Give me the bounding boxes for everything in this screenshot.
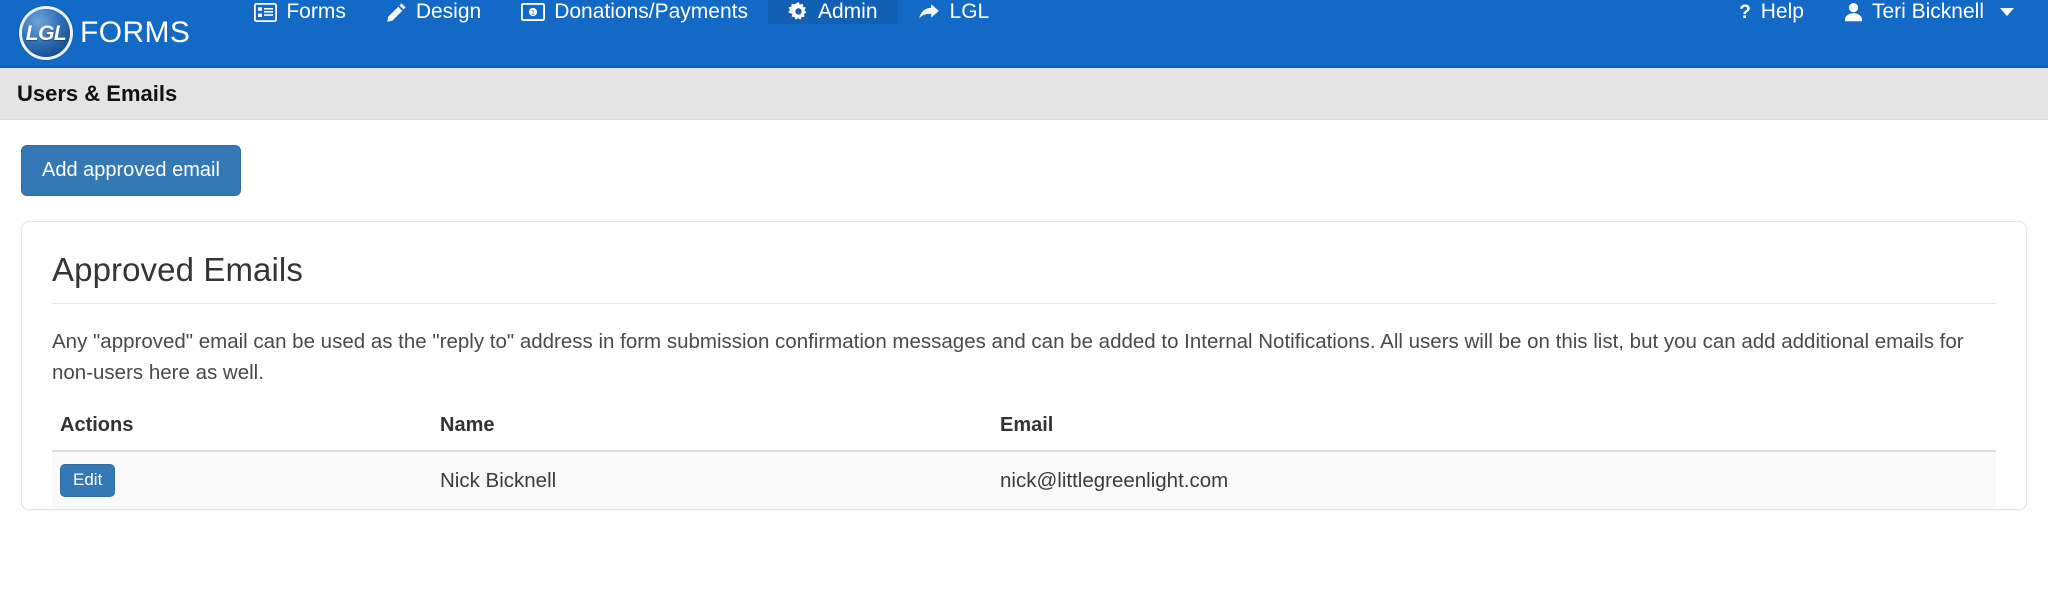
lgl-circle-logo-icon: LGL — [22, 9, 70, 57]
nav-item-user-menu[interactable]: Teri Bicknell — [1824, 0, 2034, 66]
cell-actions: Edit — [52, 451, 432, 510]
column-header-email: Email — [992, 414, 1996, 453]
secondary-nav: ? Help Teri Bicknell — [1718, 0, 2048, 66]
nav-link-admin[interactable]: Admin — [767, 0, 898, 24]
nav-item-admin[interactable]: Admin — [767, 0, 898, 66]
nav-label-help: Help — [1760, 0, 1804, 23]
approved-emails-card: Approved Emails Any "approved" email can… — [21, 221, 2027, 511]
card-description: Any "approved" email can be used as the … — [52, 330, 1964, 385]
top-navbar: LGL FORMS Forms Design 1 Donations/Payme… — [0, 0, 2048, 68]
page-title: Users & Emails — [17, 80, 178, 106]
column-header-name: Name — [432, 414, 992, 453]
brand-logo-link[interactable]: LGL FORMS — [0, 0, 208, 66]
nav-label-donations-payments: Donations/Payments — [554, 0, 748, 23]
main-content: Add approved email Approved Emails Any "… — [0, 120, 2048, 511]
table-row: Edit Nick Bicknell nick@littlegreenlight… — [52, 451, 1996, 510]
share-arrow-icon — [918, 3, 941, 22]
money-bill-icon: 1 — [521, 3, 546, 21]
nav-label-design: Design — [415, 0, 482, 23]
nav-item-lgl[interactable]: LGL — [898, 0, 1010, 66]
nav-item-help[interactable]: ? Help — [1718, 0, 1824, 66]
edit-button[interactable]: Edit — [60, 464, 116, 498]
cell-email: nick@littlegreenlight.com — [992, 451, 1996, 510]
pencil-icon — [386, 2, 407, 23]
svg-text:?: ? — [1739, 2, 1751, 22]
nav-label-lgl: LGL — [949, 0, 990, 23]
svg-text:1: 1 — [531, 10, 535, 17]
nav-link-donations-payments[interactable]: 1 Donations/Payments — [501, 0, 768, 24]
nav-link-lgl[interactable]: LGL — [898, 0, 1010, 24]
nav-label-admin: Admin — [817, 0, 878, 23]
nav-label-user-name: Teri Bicknell — [1871, 0, 1984, 23]
nav-label-forms: Forms — [286, 0, 346, 23]
column-header-actions: Actions — [52, 414, 432, 453]
chevron-down-icon — [2000, 8, 2014, 16]
card-title: Approved Emails — [52, 222, 1996, 304]
nav-item-forms[interactable]: Forms — [234, 0, 366, 66]
nav-link-design[interactable]: Design — [366, 0, 501, 24]
table-header-row: Actions Name Email — [52, 414, 1996, 453]
cell-name: Nick Bicknell — [432, 451, 992, 510]
gear-icon — [787, 1, 809, 23]
approved-emails-table: Actions Name Email Edit Nick Bicknell ni… — [52, 414, 1996, 510]
nav-link-forms[interactable]: Forms — [234, 0, 366, 24]
user-icon — [1844, 2, 1863, 22]
add-approved-email-button[interactable]: Add approved email — [21, 145, 241, 196]
nav-item-design[interactable]: Design — [366, 0, 501, 66]
nav-link-user-menu[interactable]: Teri Bicknell — [1824, 0, 2034, 24]
page-header-bar: Users & Emails — [0, 68, 2048, 120]
table-head: Actions Name Email — [52, 414, 1996, 453]
question-mark-icon: ? — [1738, 2, 1752, 22]
primary-nav: Forms Design 1 Donations/Payments Admin … — [234, 0, 1009, 66]
brand-wordmark: FORMS — [80, 16, 191, 49]
nav-link-help[interactable]: ? Help — [1718, 0, 1824, 24]
table-body: Edit Nick Bicknell nick@littlegreenlight… — [52, 451, 1996, 510]
brand-badge-text: LGL — [25, 21, 67, 45]
list-alt-icon — [254, 2, 278, 22]
nav-item-donations-payments[interactable]: 1 Donations/Payments — [501, 0, 768, 66]
